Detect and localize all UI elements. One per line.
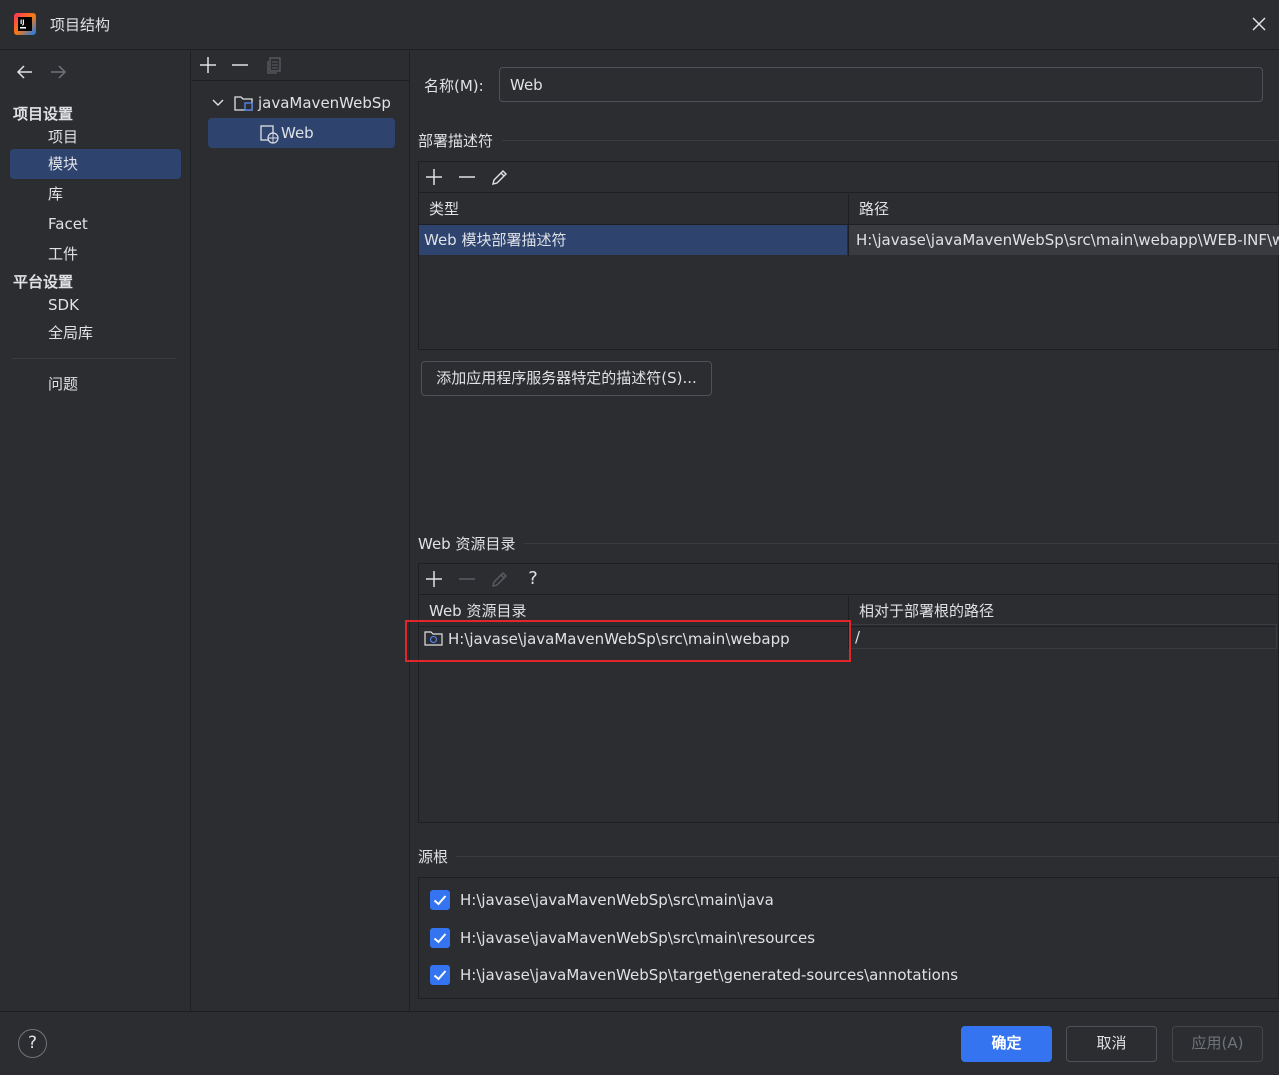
nav-item-facets[interactable]: Facet [10, 209, 181, 239]
project-settings-header: 项目设置 [13, 105, 74, 123]
close-icon[interactable] [1248, 13, 1270, 35]
source-roots-title: 源根 [418, 848, 449, 866]
deploy-descriptors-toolbar [419, 162, 1279, 193]
source-root-path: H:\javase\javaMavenWebSp\src\main\resour… [460, 929, 816, 947]
nav-item-problems[interactable]: 问题 [10, 369, 181, 399]
help-button[interactable]: ? [18, 1029, 47, 1058]
chevron-down-icon[interactable] [211, 93, 225, 113]
module-folder-icon [234, 94, 254, 112]
edit-icon [489, 568, 511, 590]
column-header-relative-path[interactable]: 相对于部署根的路径 [849, 596, 1279, 627]
toolbar-separator [192, 80, 410, 81]
web-facet-icon [259, 124, 279, 144]
add-icon[interactable] [197, 54, 219, 76]
checkbox-checked-icon[interactable] [430, 928, 450, 948]
section-separator [502, 140, 1279, 141]
deploy-descriptors-title: 部署描述符 [418, 132, 494, 150]
title-bar [0, 0, 1279, 50]
edit-icon[interactable] [489, 166, 511, 188]
window-title: 项目结构 [50, 16, 111, 34]
checkbox-checked-icon[interactable] [430, 890, 450, 910]
add-icon[interactable] [423, 568, 445, 590]
copy-icon [263, 54, 285, 76]
name-label: 名称(M): [424, 77, 484, 95]
tree-item-web-label: Web [281, 124, 314, 142]
nav-item-project[interactable]: 项目 [10, 122, 181, 152]
web-resources-toolbar [419, 564, 1279, 595]
arrow-left-icon[interactable] [15, 62, 35, 82]
tree-item-module-root[interactable]: javaMavenWebSp [258, 88, 391, 118]
nav-item-libraries[interactable]: 库 [10, 179, 181, 209]
intellij-idea-logo: IJ [14, 13, 36, 35]
add-icon[interactable] [423, 166, 445, 188]
svg-text:IJ: IJ [20, 19, 24, 26]
nav-item-modules[interactable]: 模块 [10, 149, 181, 179]
help-icon[interactable]: ? [522, 566, 544, 592]
ok-button[interactable]: 确定 [961, 1026, 1052, 1062]
name-input[interactable] [499, 67, 1263, 102]
module-tree-panel [192, 51, 410, 1011]
section-separator [524, 543, 1279, 544]
source-root-path: H:\javase\javaMavenWebSp\target\generate… [460, 966, 959, 984]
apply-button[interactable]: 应用(A) [1172, 1026, 1263, 1062]
highlight-annotation-box [405, 620, 851, 662]
add-server-descriptor-button[interactable]: 添加应用程序服务器特定的描述符(S)... [421, 361, 712, 396]
nav-item-global-libraries[interactable]: 全局库 [10, 318, 181, 348]
arrow-right-icon[interactable] [48, 62, 68, 82]
remove-icon[interactable] [229, 54, 251, 76]
nav-item-artifacts[interactable]: 工件 [10, 239, 181, 269]
cancel-button[interactable]: 取消 [1066, 1026, 1157, 1062]
table-cell-relative-path[interactable]: / [849, 624, 1277, 649]
table-cell-type[interactable]: Web 模块部署描述符 [419, 225, 847, 255]
column-header-type[interactable]: 类型 [419, 194, 848, 225]
web-resources-title: Web 资源目录 [418, 535, 516, 553]
platform-settings-header: 平台设置 [13, 273, 74, 291]
nav-divider [12, 358, 176, 359]
column-header-path[interactable]: 路径 [849, 194, 1279, 225]
table-cell-path[interactable]: H:\javase\javaMavenWebSp\src\main\webapp… [849, 225, 1279, 255]
nav-item-sdk[interactable]: SDK [10, 290, 181, 320]
source-root-path: H:\javase\javaMavenWebSp\src\main\java [460, 891, 774, 909]
remove-icon[interactable] [456, 166, 478, 188]
section-separator [456, 856, 1279, 857]
checkbox-checked-icon[interactable] [430, 965, 450, 985]
remove-icon [456, 568, 478, 590]
